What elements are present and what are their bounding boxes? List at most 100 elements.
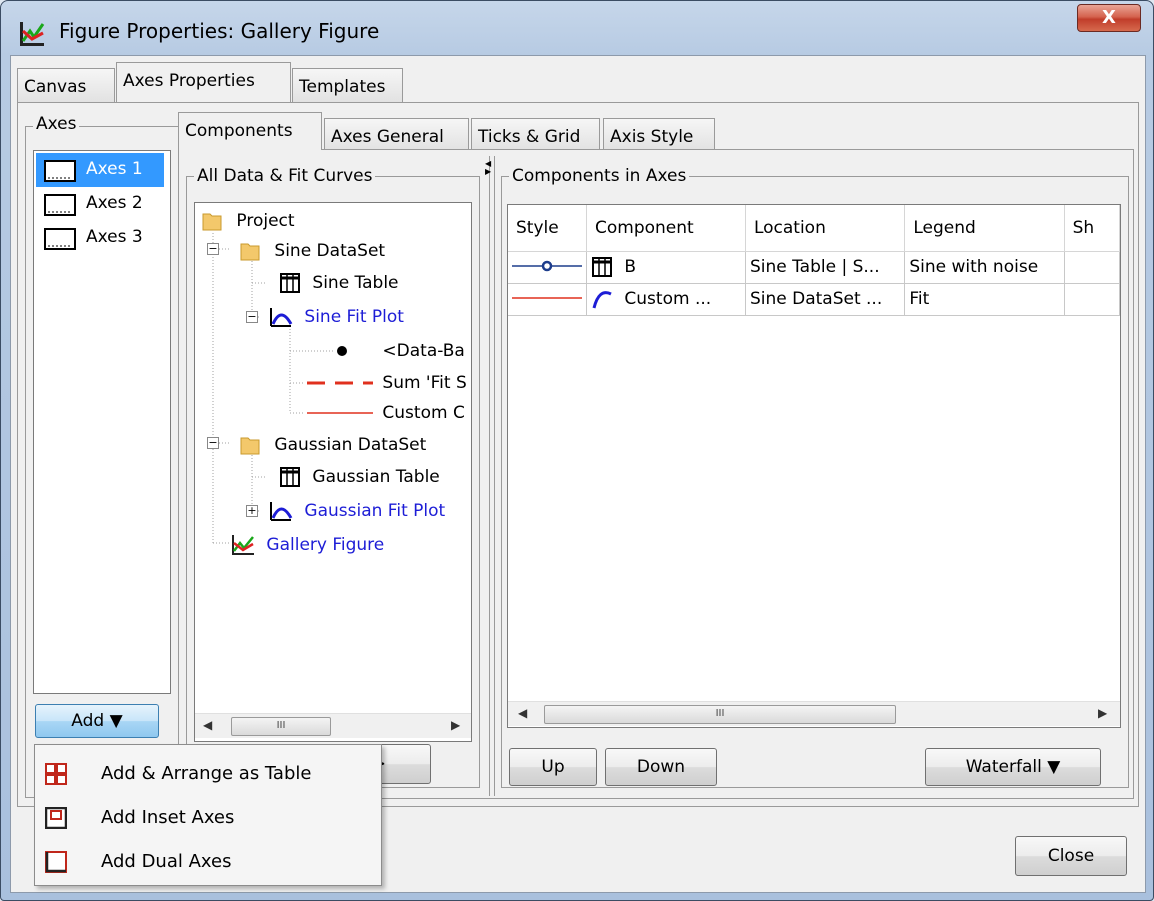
column-header-style[interactable]: Style [508,205,587,252]
tree-node-gallery-figure[interactable]: Gallery Figure [231,531,384,559]
curves-group-label: All Data & Fit Curves [194,166,376,186]
expand-gaussian-fit-icon[interactable]: + [246,505,258,517]
tree-label: Sine Table [312,273,399,293]
table-header-row: Style Component Location Legend Sh [508,205,1120,252]
red-line-icon [512,297,582,299]
menu-item-add-inset-axes[interactable]: Add Inset Axes [35,797,381,839]
components-grid: Style Component Location Legend Sh B Sin… [508,205,1120,316]
collapse-sine-fit-icon[interactable]: − [246,311,258,323]
component-cell: B [586,251,746,284]
axes-icon [44,228,76,250]
scroll-thumb[interactable]: III [544,705,896,724]
solid-line-icon [307,412,373,414]
tab-components[interactable]: Components [178,112,322,150]
tree-label: Custom C [382,403,465,423]
scroll-thumb[interactable]: III [231,717,331,736]
inset-axes-icon [45,807,67,829]
axes-item-label: Axes 3 [86,227,143,247]
tree-node-gaussian-dataset[interactable]: Gaussian DataSet [239,431,426,459]
tree-node-sum-fit[interactable]: Sum 'Fit S [307,369,467,397]
window-title: Figure Properties: Gallery Figure [59,19,380,43]
line-symbol-icon [512,260,582,272]
add-axes-button[interactable]: Add ▼ [35,704,159,738]
collapse-gaussian-dataset-icon[interactable]: − [207,437,219,449]
axes-item-label: Axes 2 [86,193,143,213]
components-horizontal-scrollbar[interactable]: ◀ III ▶ [508,701,1120,726]
axes-icon [44,160,76,182]
fit-plot-icon [270,502,293,521]
menu-item-label: Add Inset Axes [101,807,235,828]
data-point-icon [337,346,347,356]
tab-axes-general[interactable]: Axes General [324,118,469,150]
tab-axes-properties[interactable]: Axes Properties [116,62,291,102]
waterfall-button[interactable]: Waterfall ▼ [925,748,1101,786]
tab-templates[interactable]: Templates [292,68,403,102]
axes-list-item-1[interactable]: Axes 1 [36,153,164,187]
tree-label: Gaussian DataSet [274,435,427,455]
show-cell [1064,251,1120,284]
tree-node-custom-c[interactable]: Custom C [307,399,465,427]
tree-label: <Data-Ba [382,341,465,361]
tree-node-data-ba[interactable]: <Data-Ba [335,337,465,365]
show-cell [1064,283,1120,316]
style-cell [508,251,587,284]
column-header-show[interactable]: Sh [1064,205,1120,252]
title-bar: Figure Properties: Gallery Figure X [1,1,1153,53]
axes-list-item-3[interactable]: Axes 3 [36,221,164,255]
tree-node-gaussian-fit-plot[interactable]: Gaussian Fit Plot [269,497,445,525]
scroll-left-arrow-icon[interactable]: ◀ [203,718,212,732]
fit-plot-icon [270,308,293,327]
tree-node-project[interactable]: Project [201,207,295,235]
curves-tree: − − − + Project Sine DataSet Sine Table … [194,202,472,742]
folder-icon [202,213,222,231]
curves-horizontal-scrollbar[interactable]: ◀ III ▶ [195,713,471,738]
tree-label: Gaussian Table [312,467,440,487]
tree-node-sine-dataset[interactable]: Sine DataSet [239,237,385,265]
column-header-component[interactable]: Component [586,205,746,252]
scroll-right-arrow-icon[interactable]: ▶ [451,718,460,732]
close-dialog-button[interactable]: Close [1015,836,1127,876]
location-cell: Sine Table | S... [745,251,906,284]
window-close-button[interactable]: X [1077,4,1141,32]
move-up-button[interactable]: Up [509,748,597,786]
axes-item-label: Axes 1 [86,159,143,179]
tab-ticks-grid[interactable]: Ticks & Grid [471,118,600,150]
table-icon [280,467,300,487]
axes-list: Axes 1 Axes 2 Axes 3 [33,150,171,694]
tree-label: Sum 'Fit S [382,373,467,393]
components-group-label: Components in Axes [509,166,690,186]
tab-axis-style[interactable]: Axis Style [603,118,715,150]
table-icon [592,257,612,277]
axes-list-item-2[interactable]: Axes 2 [36,187,164,221]
menu-item-add-dual-axes[interactable]: Add Dual Axes [35,841,381,883]
folder-icon [240,437,260,455]
tree-label: Gallery Figure [266,535,385,555]
collapse-sine-dataset-icon[interactable]: − [207,243,219,255]
tree-node-sine-fit-plot[interactable]: Sine Fit Plot [269,303,404,331]
tree-node-gaussian-table[interactable]: Gaussian Table [279,463,440,491]
axes-group-label: Axes [33,114,80,134]
tree-node-sine-table[interactable]: Sine Table [279,269,399,297]
scroll-right-arrow-icon[interactable]: ▶ [1098,706,1107,720]
table-icon [280,273,300,293]
panel-splitter[interactable] [489,156,495,796]
column-header-legend[interactable]: Legend [904,205,1065,252]
figure-app-icon [20,22,45,46]
splitter-arrows-icon[interactable]: ◀ ▶ [485,160,491,176]
dashed-line-icon [307,381,373,385]
tab-canvas[interactable]: Canvas [17,68,115,102]
menu-item-add-arrange-table[interactable]: Add & Arrange as Table [35,753,381,795]
arrange-table-icon [45,763,67,785]
move-down-button[interactable]: Down [605,748,717,786]
location-cell: Sine DataSet ... [745,283,906,316]
table-row[interactable]: B Sine Table | S... Sine with noise [508,251,1120,284]
component-name: B [624,257,637,277]
tree-label: Gaussian Fit Plot [304,501,446,521]
figure-icon [232,535,254,555]
column-header-location[interactable]: Location [745,205,906,252]
style-cell [508,283,587,316]
scroll-left-arrow-icon[interactable]: ◀ [518,706,527,720]
table-row[interactable]: Custom ... Sine DataSet ... Fit [508,283,1120,316]
tree-label: Project [236,211,295,231]
fit-curve-icon [592,291,612,309]
